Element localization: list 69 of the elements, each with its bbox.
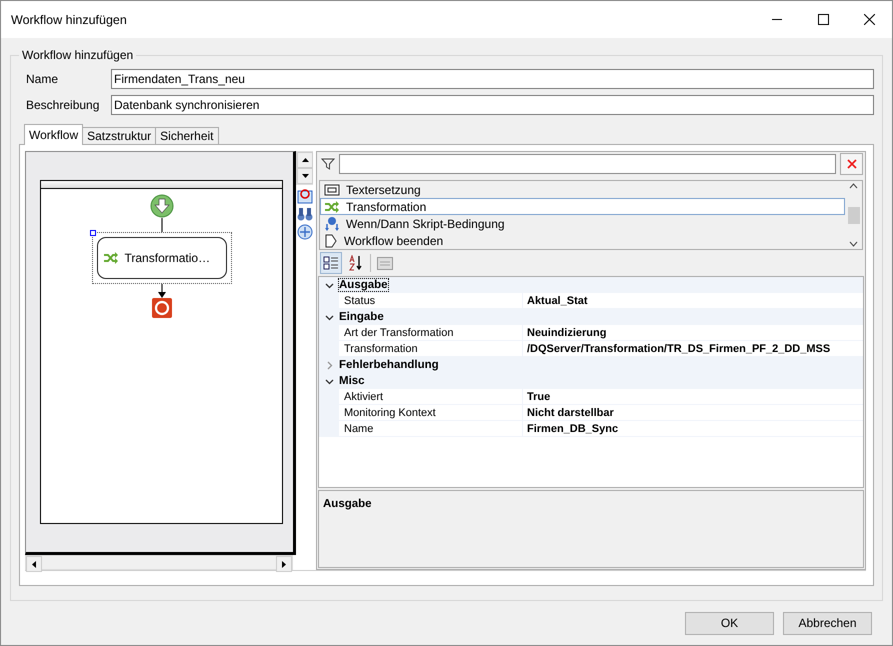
start-icon[interactable] xyxy=(150,194,174,218)
connector-arrow xyxy=(158,284,166,298)
close-icon xyxy=(864,14,874,25)
arrow-left-icon xyxy=(32,560,36,568)
scroll-down-button[interactable] xyxy=(297,168,313,184)
binoculars-icon[interactable] xyxy=(296,206,312,222)
description-title: Ausgabe xyxy=(323,498,372,510)
dialog-button[interactable]: OK xyxy=(685,612,774,634)
vertical-scrollbar[interactable] xyxy=(296,151,313,185)
chevron-down-icon[interactable] xyxy=(324,312,334,322)
scroll-up-button[interactable] xyxy=(297,152,313,168)
chevron-up-icon[interactable] xyxy=(849,183,858,189)
chevron-down-icon[interactable] xyxy=(849,241,858,247)
chevron-right-icon[interactable] xyxy=(324,360,334,370)
category-header[interactable]: Eingabe xyxy=(339,311,384,323)
maximize-icon xyxy=(818,14,828,25)
group-title: Workflow hinzufügen xyxy=(21,48,134,62)
arrow-down-icon xyxy=(302,174,308,178)
property-name[interactable]: Aktiviert xyxy=(319,389,523,404)
filter-field[interactable] xyxy=(339,154,836,174)
shuffle-arrows-icon xyxy=(324,200,340,212)
tab[interactable]: Sicherheit xyxy=(155,127,219,145)
tab[interactable]: Workflow xyxy=(24,124,84,145)
branch-icon xyxy=(324,216,340,232)
activity-label: Transformatio… xyxy=(124,251,210,265)
scroll-right-button[interactable] xyxy=(276,556,292,572)
arrow-right-icon xyxy=(282,560,286,568)
field-label: Beschreibung xyxy=(26,98,100,112)
scroll-thumb[interactable] xyxy=(848,206,860,224)
categorized-icon xyxy=(323,255,339,271)
toolbox-item[interactable]: Textersetzung xyxy=(320,181,845,198)
page-arrow-icon xyxy=(324,234,338,248)
input-field[interactable]: Datenbank synchronisieren xyxy=(111,95,874,115)
category-header[interactable]: Misc xyxy=(339,375,365,387)
property-value[interactable]: Firmen_DB_Sync xyxy=(523,421,863,436)
property-name[interactable]: Name xyxy=(319,421,523,436)
sort-az-icon xyxy=(348,255,364,271)
stop-icon[interactable] xyxy=(152,298,172,318)
property-value[interactable]: /DQServer/Transformation/TR_DS_Firmen_PF_2_DD_MSS xyxy=(523,341,863,356)
chevron-down-icon[interactable] xyxy=(324,280,334,290)
book-icon[interactable] xyxy=(296,188,312,204)
input-field[interactable]: Firmendaten_Trans_neu xyxy=(111,69,874,89)
shuffle-arrows-icon xyxy=(102,252,118,264)
categorized-button[interactable] xyxy=(320,252,342,274)
filter-icon xyxy=(321,157,335,171)
field-label: Name xyxy=(26,72,60,86)
toolbox-item[interactable]: Transformation xyxy=(320,198,845,215)
category-header[interactable]: Fehlerbehandlung xyxy=(339,359,439,371)
dialog-button[interactable]: Abbrechen xyxy=(783,612,872,634)
property-name[interactable]: Monitoring Kontext xyxy=(319,405,523,420)
window-title: Workflow hinzufügen xyxy=(11,12,128,26)
toolbox-item[interactable]: Workflow beenden xyxy=(320,232,845,249)
property-value[interactable]: Nicht darstellbar xyxy=(523,405,863,420)
text-box-icon xyxy=(324,184,340,196)
close-icon xyxy=(846,159,856,169)
property-value[interactable]: Aktual_Stat xyxy=(523,293,863,308)
scroll-left-button[interactable] xyxy=(26,556,42,572)
pan-icon[interactable] xyxy=(296,224,312,240)
arrow-up-icon xyxy=(302,158,308,162)
chevron-down-icon[interactable] xyxy=(324,376,334,386)
property-pages-icon xyxy=(377,256,393,270)
clear-button[interactable] xyxy=(840,153,863,175)
resize-handle[interactable] xyxy=(90,230,96,236)
category-header[interactable]: Ausgabe xyxy=(339,279,388,291)
property-value[interactable]: Neuindizierung xyxy=(523,325,863,340)
horizontal-scrollbar[interactable] xyxy=(25,555,293,570)
list-scrollbar[interactable] xyxy=(845,181,862,249)
toolbox-item[interactable]: Wenn/Dann Skript-Bedingung xyxy=(320,215,845,232)
property-value[interactable]: True xyxy=(523,389,863,404)
